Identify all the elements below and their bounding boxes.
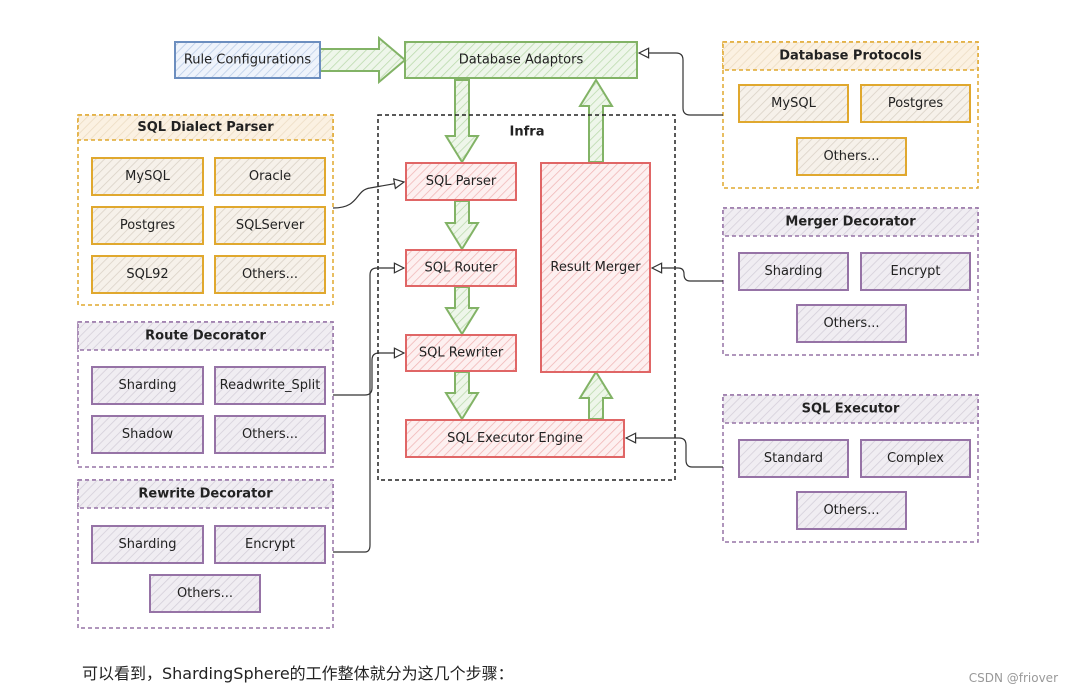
route-decorator-item-others-label: Others... <box>242 427 298 442</box>
sql-executor-item-others-label: Others... <box>823 503 879 518</box>
result-merger-box-label: Result Merger <box>550 260 641 275</box>
sql-dialect-parser-item-mysql-label: MySQL <box>125 169 170 184</box>
sql-dialect-parser-item-postgres-label: Postgres <box>120 218 176 233</box>
sql-rewriter-box: SQL Rewriter <box>405 334 517 372</box>
sql-executor-item-standard-label: Standard <box>764 451 823 466</box>
sql-router-box: SQL Router <box>405 249 517 287</box>
sql-executor-item-others: Others... <box>796 491 907 530</box>
sql-dialect-parser-item-sqlserver: SQLServer <box>214 206 326 245</box>
database-protocols-header-label: Database Protocols <box>779 49 922 64</box>
sql-dialect-parser-item-sqlserver-label: SQLServer <box>236 218 305 233</box>
sql-dialect-parser-item-others-label: Others... <box>242 267 298 282</box>
merger-decorator-item-encrypt: Encrypt <box>860 252 971 291</box>
arrow-router-to-rewriter <box>444 286 480 336</box>
merger-decorator-header-label: Merger Decorator <box>785 215 916 230</box>
route-decorator-item-sharding: Sharding <box>91 366 204 405</box>
watermark: CSDN @friover <box>968 671 1058 685</box>
sql-executor-item-complex-label: Complex <box>887 451 944 466</box>
arrow-adaptors-to-parser <box>444 79 480 164</box>
rewrite-decorator-item-encrypt-label: Encrypt <box>245 537 295 552</box>
database-adaptors-box-label: Database Adaptors <box>459 53 584 68</box>
sql-executor-item-standard: Standard <box>738 439 849 478</box>
route-decorator-item-sharding-label: Sharding <box>119 378 177 393</box>
database-protocols-item-mysql-label: MySQL <box>771 96 816 111</box>
database-protocols-item-others-label: Others... <box>823 149 879 164</box>
route-decorator-item-readwrite-split-label: Readwrite_Split <box>220 378 321 393</box>
sql-dialect-parser-header-label: SQL Dialect Parser <box>137 120 274 135</box>
merger-decorator-item-sharding: Sharding <box>738 252 849 291</box>
route-decorator-item-shadow-label: Shadow <box>122 427 174 442</box>
arrow-merger-to-adaptors <box>578 78 614 163</box>
merger-decorator-header: Merger Decorator <box>722 207 979 237</box>
connector-protocols-to-database-adaptors <box>639 53 723 116</box>
database-adaptors-box: Database Adaptors <box>404 41 638 79</box>
merger-decorator-item-others: Others... <box>796 304 907 343</box>
sql-rewriter-box-label: SQL Rewriter <box>419 346 504 361</box>
merger-decorator-item-others-label: Others... <box>823 316 879 331</box>
sql-dialect-parser-item-mysql: MySQL <box>91 157 204 196</box>
sql-dialect-parser-item-postgres: Postgres <box>91 206 204 245</box>
rewrite-decorator-item-others-label: Others... <box>177 586 233 601</box>
database-protocols-item-postgres: Postgres <box>860 84 971 123</box>
sql-parser-box: SQL Parser <box>405 162 517 201</box>
route-decorator-header: Route Decorator <box>77 321 334 351</box>
rule-configurations-box: Rule Configurations <box>174 41 321 79</box>
sql-dialect-parser-item-others: Others... <box>214 255 326 294</box>
sql-executor-engine-box: SQL Executor Engine <box>405 419 625 458</box>
caption-text: 可以看到，ShardingSphere的工作整体就分为这几个步骤： <box>82 664 514 683</box>
rewrite-decorator-item-others: Others... <box>149 574 261 613</box>
rewrite-decorator-item-sharding-label: Sharding <box>119 537 177 552</box>
rewrite-decorator-header: Rewrite Decorator <box>77 479 334 509</box>
sql-parser-box-label: SQL Parser <box>426 174 497 189</box>
connector-rewrite-decorator-to-sql-router <box>333 268 404 553</box>
rule-configurations-box-label: Rule Configurations <box>184 53 312 68</box>
sql-executor-header: SQL Executor <box>722 394 979 424</box>
arrow-parser-to-router <box>444 200 480 251</box>
sql-dialect-parser-header: SQL Dialect Parser <box>77 114 334 141</box>
sql-executor-item-complex: Complex <box>860 439 971 478</box>
merger-decorator-item-sharding-label: Sharding <box>765 264 823 279</box>
sql-executor-header-label: SQL Executor <box>802 402 900 417</box>
route-decorator-item-readwrite-split: Readwrite_Split <box>214 366 326 405</box>
connector-dialect-parser-to-sql-parser <box>332 182 404 209</box>
route-decorator-item-shadow: Shadow <box>91 415 204 454</box>
merger-decorator-item-encrypt-label: Encrypt <box>891 264 941 279</box>
infra-label: Infra <box>510 125 545 140</box>
arrow-engine-to-merger <box>578 370 614 420</box>
rewrite-decorator-item-encrypt: Encrypt <box>214 525 326 564</box>
rewrite-decorator-item-sharding: Sharding <box>91 525 204 564</box>
connector-route-decorator-to-sql-rewriter <box>333 353 404 396</box>
database-protocols-item-postgres-label: Postgres <box>888 96 944 111</box>
result-merger-box: Result Merger <box>540 162 651 373</box>
shardingsphere-architecture-diagram: Infra Rule Configurations Database Adaptor… <box>77 35 979 629</box>
sql-dialect-parser-item-sql92: SQL92 <box>91 255 204 294</box>
arrow-rewriter-to-engine <box>444 371 480 421</box>
database-protocols-item-mysql: MySQL <box>738 84 849 123</box>
route-decorator-header-label: Route Decorator <box>145 329 266 344</box>
connector-merger-decorator-to-result-merger <box>652 268 723 282</box>
database-protocols-header: Database Protocols <box>722 41 979 71</box>
arrow-rules-to-adaptors <box>319 35 407 85</box>
database-protocols-item-others: Others... <box>796 137 907 176</box>
sql-router-box-label: SQL Router <box>425 261 499 276</box>
route-decorator-item-others: Others... <box>214 415 326 454</box>
sql-dialect-parser-item-oracle: Oracle <box>214 157 326 196</box>
sql-executor-engine-box-label: SQL Executor Engine <box>447 431 583 446</box>
sql-dialect-parser-item-sql92-label: SQL92 <box>126 267 168 282</box>
sql-dialect-parser-item-oracle-label: Oracle <box>249 169 291 184</box>
rewrite-decorator-header-label: Rewrite Decorator <box>138 487 273 502</box>
